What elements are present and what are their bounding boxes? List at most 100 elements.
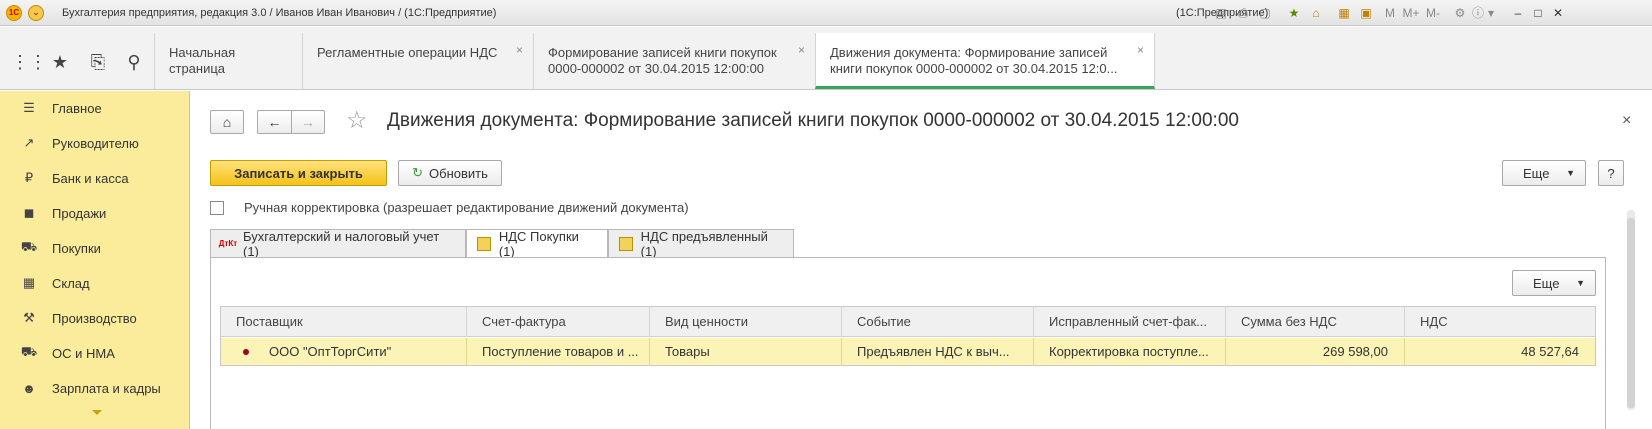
cell-invoice[interactable]: Поступление товаров и ... xyxy=(467,338,650,365)
tab-label: НДС предъявленный (1) xyxy=(640,228,768,259)
home-button[interactable]: ⌂ xyxy=(210,110,244,134)
calculator-icon[interactable]: ▦ xyxy=(1336,5,1352,21)
column-header[interactable]: Исправленный счет-фак... xyxy=(1034,307,1226,337)
close-tab-icon[interactable]: × xyxy=(1137,42,1144,58)
ruble-icon: ₽ xyxy=(24,170,34,185)
table-row[interactable]: ООО "ОптТоргСити" Поступление товаров и … xyxy=(221,338,1595,365)
warehouse-icon: ▦ xyxy=(22,275,36,290)
tab-label: Начальная страница xyxy=(169,45,236,76)
register-icon xyxy=(619,236,633,251)
apps-grid-icon[interactable]: ⋮⋮ xyxy=(11,50,47,74)
sidebar-item-manager[interactable]: ↗ Руководителю xyxy=(20,133,139,153)
sidebar-item-label: Банк и касса xyxy=(52,170,129,186)
truck-icon: ⛟ xyxy=(20,344,38,359)
tab-accounting[interactable]: ДтКт Бухгалтерский и налоговый учет (1) xyxy=(210,229,466,259)
tab-vat-presented[interactable]: НДС предъявленный (1) xyxy=(608,228,794,259)
link-icon[interactable]: ⌂ xyxy=(1308,5,1324,21)
chart-line-icon: ↗ xyxy=(23,135,35,150)
chevron-down-icon: ▼ xyxy=(1566,168,1575,178)
search-icon[interactable]: ⚲ xyxy=(122,50,146,74)
history-icon[interactable]: ⎘ xyxy=(86,50,110,74)
memory-mplus-button[interactable]: M+ xyxy=(1400,5,1422,21)
refresh-label: Обновить xyxy=(429,165,488,181)
tab-label: НДС Покупки (1) xyxy=(498,229,579,259)
back-button[interactable]: ← xyxy=(257,110,291,134)
maximize-icon[interactable]: □ xyxy=(1530,5,1546,21)
minimize-icon[interactable]: – xyxy=(1510,5,1526,21)
forward-button[interactable]: → xyxy=(291,110,325,134)
tab-label: Регламентные операции НДС xyxy=(317,45,498,60)
cell-value-type[interactable]: Товары xyxy=(650,338,842,365)
main-menu-icon[interactable]: ⌄ xyxy=(28,4,44,21)
info-icon[interactable]: ⓘ xyxy=(1470,5,1486,21)
cell-event[interactable]: Предъявлен НДС к выч... xyxy=(842,338,1034,365)
column-header[interactable]: НДС xyxy=(1405,307,1595,337)
grid-more-button[interactable]: Еще ▼ xyxy=(1512,270,1596,296)
tab-label-line2: 0000-000002 от 30.04.2015 12:00:00 xyxy=(548,61,765,76)
arrow-left-icon: ← xyxy=(267,114,282,130)
help-button[interactable]: ? xyxy=(1598,160,1624,186)
save-icon[interactable]: ▤ xyxy=(1213,5,1229,21)
column-header[interactable]: Вид ценности xyxy=(650,307,842,337)
sidebar-item-bank[interactable]: ₽ Банк и касса xyxy=(20,168,129,188)
factory-icon: ⚒ xyxy=(23,310,35,325)
menu-icon: ☰ xyxy=(23,100,35,115)
bag-icon: ◼ xyxy=(23,205,35,220)
chevron-down-icon: ▼ xyxy=(1576,278,1585,288)
sidebar-item-label: Продажи xyxy=(52,205,107,221)
preview-icon[interactable]: ▢ xyxy=(1257,5,1273,21)
sidebar-item-label: ОС и НМА xyxy=(52,345,115,361)
manual-edit-checkbox[interactable] xyxy=(210,201,224,215)
tab-vat-purchases[interactable]: НДС Покупки (1) xyxy=(466,229,608,259)
sidebar-item-main[interactable]: ☰ Главное xyxy=(20,98,102,118)
add-favorite-icon[interactable]: ★ xyxy=(1286,5,1302,21)
favorites-star-icon[interactable]: ★ xyxy=(48,50,72,74)
tab-label-line2: книги покупок 0000-000002 от 30.04.2015 … xyxy=(830,61,1118,76)
dt-kt-icon: ДтКт xyxy=(218,239,238,248)
favorite-star-icon[interactable]: ☆ xyxy=(346,106,368,135)
column-header[interactable]: Счет-фактура xyxy=(467,307,650,337)
cell-amount[interactable]: 269 598,00 xyxy=(1226,338,1405,365)
memory-mminus-button[interactable]: M- xyxy=(1424,5,1442,21)
cell-corrected-invoice[interactable]: Корректировка поступле... xyxy=(1034,338,1226,365)
sidebar-item-payroll[interactable]: ☻ Зарплата и кадры xyxy=(20,378,161,398)
sidebar-item-production[interactable]: ⚒ Производство xyxy=(20,308,137,328)
memory-m-button[interactable]: M xyxy=(1382,5,1398,21)
window-title: Бухгалтерия предприятия, редакция 3.0 / … xyxy=(62,6,497,19)
refresh-icon: ↻ xyxy=(412,165,424,180)
arrow-right-icon: → xyxy=(301,114,315,130)
tab-home[interactable]: Начальная страница xyxy=(154,33,302,89)
row-marker-icon xyxy=(243,349,249,355)
sidebar-item-warehouse[interactable]: ▦ Склад xyxy=(20,273,90,293)
calendar-icon[interactable]: ▣ xyxy=(1358,5,1374,21)
tab-label-line1: Формирование записей книги покупок xyxy=(548,45,777,60)
tab-purchase-book[interactable]: Формирование записей книги покупок 0000-… xyxy=(533,33,815,89)
sidebar-item-purchases[interactable]: ⛟ Покупки xyxy=(20,238,101,258)
cell-supplier[interactable]: ООО "ОптТоргСити" xyxy=(221,338,467,365)
manual-edit-label: Ручная корректировка (разрешает редактир… xyxy=(244,200,689,215)
sidebar-item-label: Покупки xyxy=(52,240,101,256)
print-icon[interactable]: ⎙ xyxy=(1235,5,1251,21)
settings-icon[interactable]: ⚙ xyxy=(1452,5,1468,21)
sidebar-item-label: Производство xyxy=(52,310,137,326)
sidebar-item-fixed-assets[interactable]: ⛟ ОС и НМА xyxy=(20,343,115,363)
save-and-close-button[interactable]: Записать и закрыть xyxy=(210,160,387,186)
1c-logo-icon[interactable]: 1С xyxy=(6,4,22,21)
scrollbar-thumb[interactable] xyxy=(1627,218,1635,408)
column-header[interactable]: Событие xyxy=(842,307,1034,337)
tab-document-movements[interactable]: Движения документа: Формирование записей… xyxy=(815,33,1155,89)
sidebar-item-sales[interactable]: ◼ Продажи xyxy=(20,203,107,223)
close-form-icon[interactable]: × xyxy=(1622,112,1631,130)
close-tab-icon[interactable]: × xyxy=(798,42,805,58)
sidebar-item-label: Зарплата и кадры xyxy=(52,380,161,396)
close-window-icon[interactable]: ✕ xyxy=(1550,5,1566,21)
close-tab-icon[interactable]: × xyxy=(516,42,523,58)
more-button[interactable]: Еще ▼ xyxy=(1502,160,1586,186)
tab-vat-operations[interactable]: Регламентные операции НДС × xyxy=(302,33,533,89)
cell-vat[interactable]: 48 527,64 xyxy=(1405,338,1595,365)
column-header[interactable]: Поставщик xyxy=(221,307,467,337)
refresh-button[interactable]: ↻ Обновить xyxy=(398,160,502,186)
column-header[interactable]: Сумма без НДС xyxy=(1226,307,1405,337)
sidebar-scroll-down-icon[interactable] xyxy=(92,410,102,415)
chevron-down-icon[interactable]: ▾ xyxy=(1486,5,1496,21)
